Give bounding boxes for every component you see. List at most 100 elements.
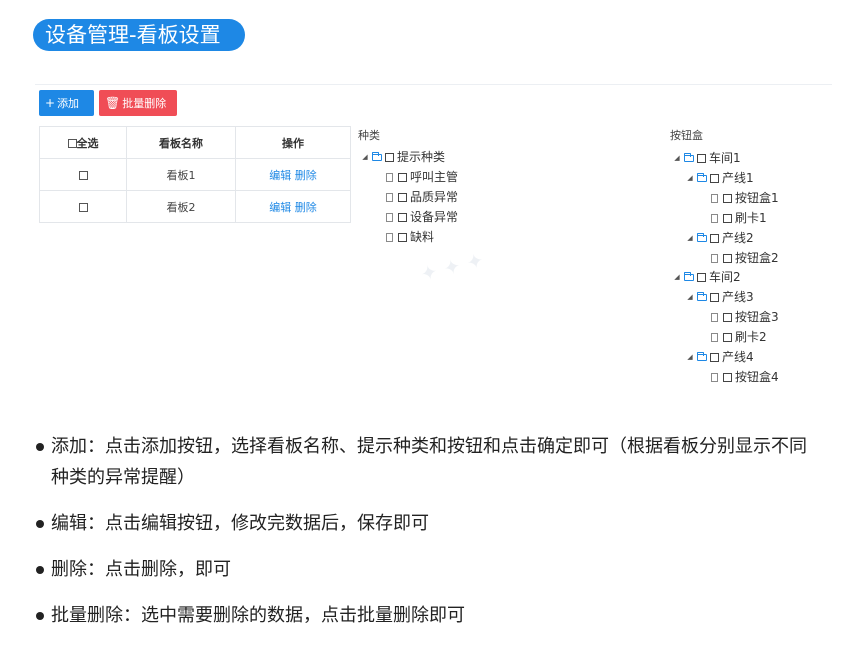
tree-checkbox[interactable] <box>710 173 719 183</box>
table-header-row: 全选 看板名称 操作 <box>39 126 351 159</box>
board-name-cell: 看板1 <box>126 158 236 191</box>
file-icon <box>708 330 721 342</box>
folder-open-icon <box>682 271 695 281</box>
folder-open-icon <box>695 172 708 182</box>
select-all-header[interactable]: 全选 <box>39 126 127 159</box>
select-all-checkbox[interactable] <box>67 139 77 148</box>
instruction-text: 添加：点击添加按钮，选择看板名称、提示种类和按钮和点击确定即可（根据看板分别显示… <box>51 436 807 488</box>
instruction-item: 删除：点击删除，即可 <box>36 554 821 585</box>
collapse-toggle-icon[interactable]: ◢ <box>685 347 695 367</box>
tree-checkbox[interactable] <box>398 212 407 222</box>
tree-checkbox[interactable] <box>710 292 719 302</box>
tree-node: 按钮盒1 <box>708 188 779 208</box>
tree-checkbox[interactable] <box>723 332 732 342</box>
instruction-item: 批量删除：选中需要删除的数据，点击批量删除即可 <box>36 600 821 631</box>
table-row: 看板1 编辑 删除 <box>39 158 351 191</box>
edit-link[interactable]: 编辑 <box>269 169 291 182</box>
board-name-header: 看板名称 <box>126 126 236 159</box>
tree-checkbox[interactable] <box>398 192 407 202</box>
tree-node-label: 缺料 <box>410 230 435 244</box>
tree-checkbox[interactable] <box>398 172 407 182</box>
add-button-label: 添加 <box>57 97 80 110</box>
delete-link[interactable]: 删除 <box>295 169 317 182</box>
tree-node: 刷卡1 <box>708 208 767 228</box>
instruction-item: 添加：点击添加按钮，选择看板名称、提示种类和按钮和点击确定即可（根据看板分别显示… <box>36 431 821 493</box>
row-checkbox[interactable] <box>78 170 88 180</box>
tree-node-label: 产线4 <box>722 350 754 364</box>
instruction-text: 删除：点击删除，即可 <box>51 559 231 580</box>
row-checkbox[interactable] <box>78 202 88 212</box>
tree-checkbox[interactable] <box>723 193 732 203</box>
watermark: ✦ ✦ ✦ <box>418 247 487 287</box>
tree-node-label: 产线2 <box>722 231 754 245</box>
instruction-text: 编辑：点击编辑按钮，修改完数据后，保存即可 <box>51 513 429 534</box>
tree-node-label: 设备异常 <box>410 210 459 224</box>
tree-node: 按钮盒2 <box>708 248 779 268</box>
file-icon <box>708 310 721 322</box>
edit-link[interactable]: 编辑 <box>269 201 291 214</box>
page-title: 设备管理-看板设置 <box>33 19 245 51</box>
tree-checkbox[interactable] <box>723 213 732 223</box>
tree-node: 按钮盒3 <box>708 307 779 327</box>
tree-node-label: 产线1 <box>722 171 754 185</box>
tree-node-label: 按钮盒4 <box>735 370 779 384</box>
collapse-toggle-icon[interactable]: ◢ <box>685 168 695 188</box>
tree-node-label: 车间2 <box>709 270 741 284</box>
add-button[interactable]: + 添加 <box>39 90 94 116</box>
tree-node-label: 车间1 <box>709 151 741 165</box>
delete-link[interactable]: 删除 <box>295 201 317 214</box>
tree-node-line: ◢ 产线1 <box>685 168 754 188</box>
tree-node-line: ◢ 产线4 <box>685 347 754 367</box>
tree-checkbox[interactable] <box>723 312 732 322</box>
tree-node-label: 产线3 <box>722 290 754 304</box>
tree-checkbox[interactable] <box>398 232 407 242</box>
collapse-toggle-icon[interactable]: ◢ <box>685 228 695 248</box>
bullet-dot <box>36 566 44 574</box>
folder-open-icon <box>695 351 708 361</box>
table-row: 看板2 编辑 删除 <box>39 190 351 223</box>
tree-node: 按钮盒4 <box>708 367 779 387</box>
bullet-dot <box>36 520 44 528</box>
batch-delete-label: 批量删除 <box>122 97 167 110</box>
tree-checkbox[interactable] <box>385 152 394 162</box>
tree-node: 设备异常 <box>383 207 458 227</box>
tree-node-label: 按钮盒1 <box>735 191 779 205</box>
tree-checkbox[interactable] <box>723 253 732 263</box>
file-icon <box>708 370 721 382</box>
folder-open-icon <box>682 152 695 162</box>
board-name-cell: 看板2 <box>126 190 236 223</box>
file-icon <box>383 210 396 222</box>
tree-node-workshop: ◢ 车间2 <box>672 267 741 287</box>
file-icon <box>708 251 721 263</box>
collapse-toggle-icon[interactable]: ◢ <box>685 287 695 307</box>
file-icon <box>708 191 721 203</box>
category-tree-title: 种类 <box>358 129 380 142</box>
tree-node-label: 按钮盒3 <box>735 310 779 324</box>
settings-panel: + 添加 🗑 批量删除 全选 看板名称 操作 看板1 编辑 删除 看板2 编辑 删除… <box>35 84 832 387</box>
tree-node: 缺料 <box>383 227 434 247</box>
collapse-toggle-icon[interactable]: ◢ <box>672 148 682 168</box>
tree-checkbox[interactable] <box>710 352 719 362</box>
folder-open-icon <box>370 151 383 161</box>
trash-icon: 🗑 <box>105 96 121 110</box>
instruction-item: 编辑：点击编辑按钮，修改完数据后，保存即可 <box>36 508 821 539</box>
plus-icon: + <box>45 96 56 110</box>
tree-node-line: ◢ 产线3 <box>685 287 754 307</box>
folder-open-icon <box>695 232 708 242</box>
tree-node-workshop: ◢ 车间1 <box>672 148 741 168</box>
file-icon <box>383 190 396 202</box>
tree-checkbox[interactable] <box>710 233 719 243</box>
tree-checkbox[interactable] <box>697 153 706 163</box>
folder-open-icon <box>695 291 708 301</box>
batch-delete-button[interactable]: 🗑 批量删除 <box>99 90 177 116</box>
tree-node-root: ◢ 提示种类 <box>360 147 445 167</box>
row-checkbox-cell <box>39 190 127 223</box>
tree-node-label: 呼叫主管 <box>410 170 459 184</box>
collapse-toggle-icon[interactable]: ◢ <box>672 267 682 287</box>
tree-checkbox[interactable] <box>723 372 732 382</box>
tree-checkbox[interactable] <box>697 272 706 282</box>
collapse-toggle-icon[interactable]: ◢ <box>360 147 370 167</box>
file-icon <box>708 211 721 223</box>
tree-node-label: 刷卡2 <box>735 330 767 344</box>
tree-node-line: ◢ 产线2 <box>685 228 754 248</box>
